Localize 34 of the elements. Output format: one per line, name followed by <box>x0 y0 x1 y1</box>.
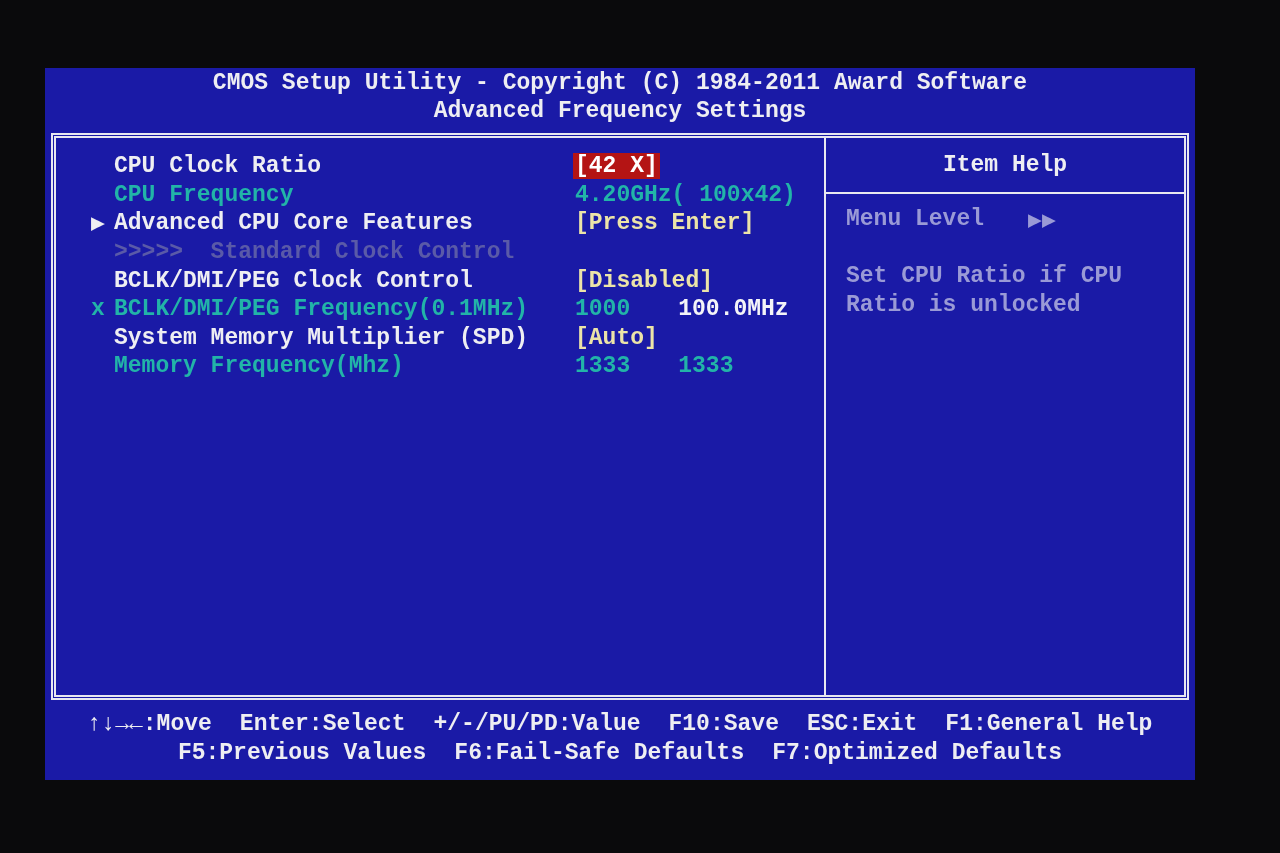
key-hint: F5:Previous Values <box>177 739 427 768</box>
setting-label: BCLK/DMI/PEG Frequency(0.1MHz) <box>114 296 530 323</box>
key-hint: ↑↓→←:Move <box>87 710 212 739</box>
key-hint: F1:General Help <box>945 710 1153 739</box>
key-hint: F7:Optimized Defaults <box>772 739 1063 768</box>
value-readout: 1000 <box>574 296 632 323</box>
key-hint: F10:Save <box>668 710 779 739</box>
help-title: Item Help <box>942 152 1068 178</box>
screen-subtitle: Advanced Frequency Settings <box>433 97 807 125</box>
setting-label: CPU Clock Ratio <box>114 153 323 180</box>
setting-label: BCLK/DMI/PEG Clock Control <box>114 267 474 294</box>
menu-level-label: Menu Level <box>846 206 985 234</box>
key-hint: F6:Fail-Safe Defaults <box>454 739 745 768</box>
menu-level-arrows: ▶▶ <box>1028 207 1056 234</box>
value-readout: 1333 <box>574 353 632 380</box>
window-title: CMOS Setup Utility - Copyright (C) 1984-2011 Award Software <box>212 69 1028 97</box>
setting-value[interactable]: [42 X] <box>573 153 660 180</box>
key-hint: ESC:Exit <box>806 710 918 739</box>
setting-value[interactable]: [Auto] <box>573 324 660 351</box>
row-marker: ▶ <box>91 211 105 238</box>
setting-label: System Memory Multiplier (SPD) <box>114 324 530 351</box>
value-readout: 100.0MHz <box>677 296 790 323</box>
setting-label: >>>>> Standard Clock Control <box>114 239 516 266</box>
setting-label: Memory Frequency(Mhz) <box>114 353 405 380</box>
key-hint: Enter:Select <box>239 710 406 739</box>
help-text: Set CPU Ratio if CPU Ratio is unlocked <box>846 262 1124 320</box>
value-readout: 1333 <box>677 353 735 380</box>
value-readout: 4.20GHz( 100x42) <box>574 181 797 208</box>
key-hint: +/-/PU/PD:Value <box>433 710 641 739</box>
setting-label: CPU Frequency <box>114 181 295 208</box>
row-marker: x <box>91 296 105 323</box>
setting-value[interactable]: [Press Enter] <box>573 210 757 237</box>
setting-label: Advanced CPU Core Features <box>114 210 474 237</box>
setting-value[interactable]: [Disabled] <box>573 267 716 294</box>
